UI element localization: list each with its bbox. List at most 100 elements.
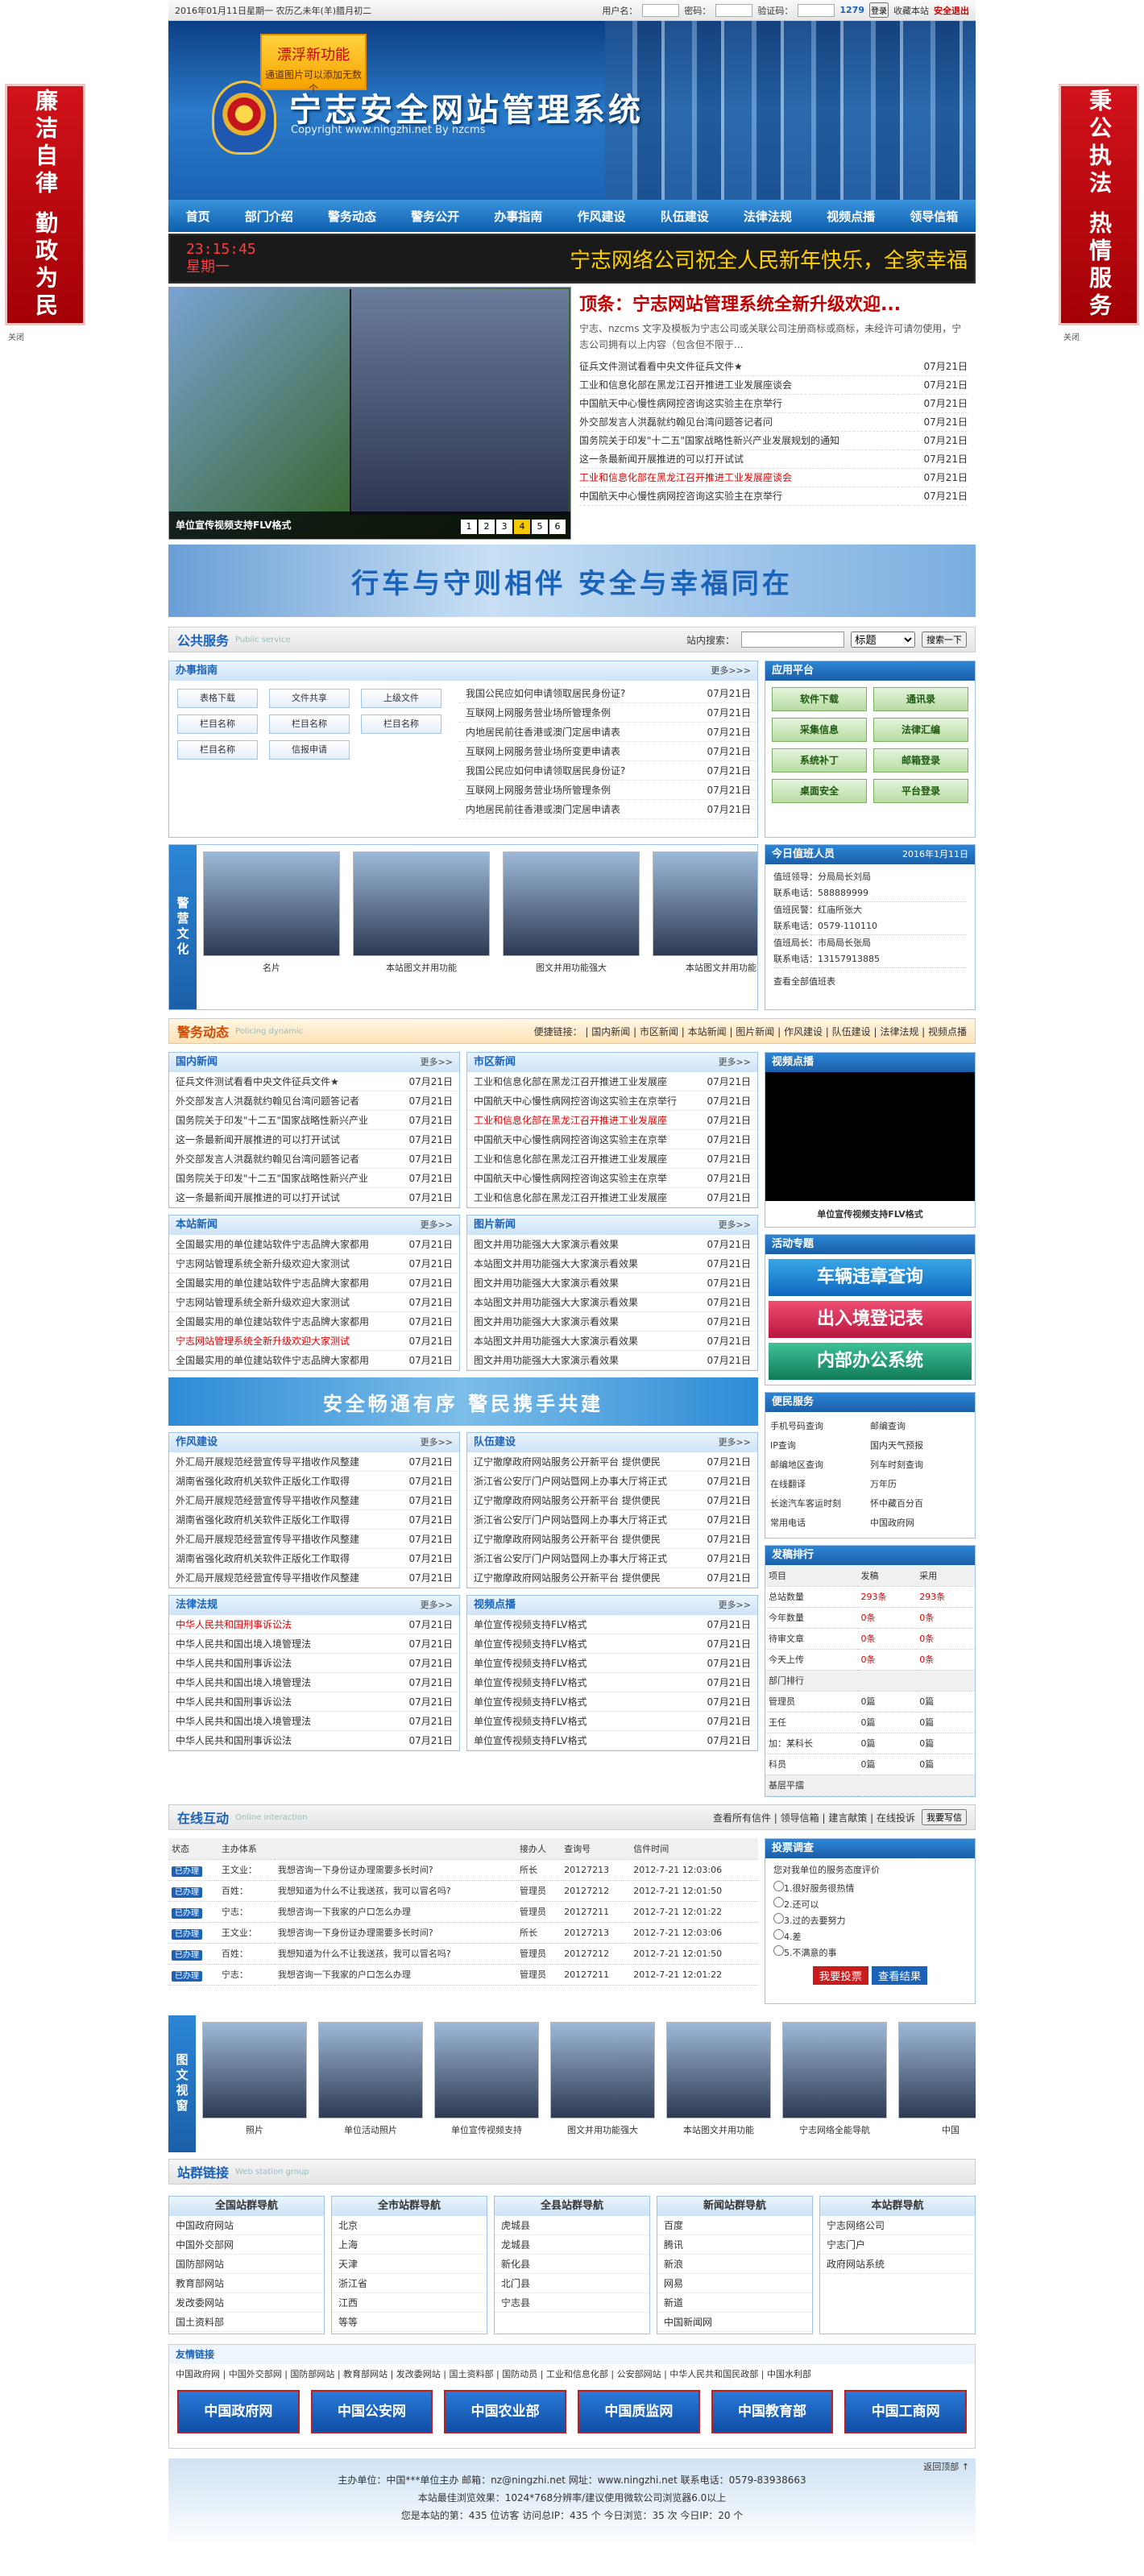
news-item[interactable]: 工业和信息化部在黑龙江召开推进工业发展座 07月21日 — [467, 1149, 757, 1169]
friends-links[interactable]: 中国政府网 | 中国外交部网 | 国防部网站 | 教育部网站 | 发改委网站 |… — [169, 2364, 975, 2383]
headline-title[interactable]: 顶条：宁志网站管理系统全新升级欢迎... — [579, 290, 968, 316]
app-button[interactable]: 通讯录 — [873, 687, 968, 711]
guide-button[interactable]: 栏目名称 — [361, 714, 441, 734]
friend-logo[interactable]: 中国教育部 — [711, 2390, 834, 2433]
slide-number[interactable]: 4 — [514, 520, 530, 534]
captcha-input[interactable] — [798, 3, 835, 17]
convenient-link[interactable]: 国内天气预报 — [870, 1436, 970, 1456]
app-button[interactable]: 软件下载 — [772, 687, 867, 711]
headline-item[interactable]: 中国航天中心慢性病网控咨询这实验主在京举行 07月21日 — [579, 395, 968, 413]
culture-photo[interactable]: 本站图文并用功能 — [653, 851, 757, 1003]
site-link[interactable]: 中国新闻网 — [657, 2313, 812, 2332]
news-item[interactable]: 国务院关于印发"十二五"国家战略性新兴产业 07月21日 — [169, 1111, 459, 1130]
news-item[interactable]: 全国最实用的单位建站软件宁志品牌大家都用 07月21日 — [169, 1351, 459, 1370]
duty-more-link[interactable]: 查看全部值班表 — [765, 973, 975, 989]
gallery-photo[interactable]: 单位活动照片 — [318, 2022, 423, 2146]
news-item[interactable]: 单位宣传视频支持FLV格式 07月21日 — [467, 1654, 757, 1673]
news-item[interactable]: 中华人民共和国刑事诉讼法 07月21日 — [169, 1615, 459, 1634]
site-link[interactable]: 北京 — [332, 2216, 487, 2235]
guide-button[interactable]: 栏目名称 — [269, 714, 350, 734]
more-link[interactable]: 更多>> — [421, 1433, 453, 1452]
nav-item-1[interactable]: 部门介绍 — [245, 208, 293, 225]
slide-number[interactable]: 1 — [461, 520, 477, 534]
letter-row[interactable]: 已办理 百姓： 我想知道为什么不让我送孩，我可以冒名吗? 管理员 20127212 201… — [168, 1943, 758, 1965]
headline-item[interactable]: 外交部发言人洪磊就约翰见台湾问题答记者问 07月21日 — [579, 413, 968, 432]
news-item[interactable]: 图文并用功能强大大家演示看效果 07月21日 — [467, 1312, 757, 1331]
site-link[interactable]: 腾讯 — [657, 2235, 812, 2255]
culture-photo[interactable]: 名片 — [203, 851, 340, 1003]
site-link[interactable]: 龙城县 — [495, 2235, 649, 2255]
news-item[interactable]: 宁志网站管理系统全新升级欢迎大家测试 07月21日 — [169, 1331, 459, 1351]
favorite-link[interactable]: 收藏本站 — [893, 4, 929, 17]
site-link[interactable]: 宁志门户 — [820, 2235, 975, 2255]
video-slideshow[interactable]: 单位宣传视频支持FLV格式 123456 — [168, 287, 571, 540]
guide-item[interactable]: 互联网上网服务营业场所管理条例 07月21日 — [459, 703, 757, 723]
news-item[interactable]: 全国最实用的单位建站软件宁志品牌大家都用 07月21日 — [169, 1274, 459, 1293]
search-input[interactable] — [741, 632, 844, 648]
site-link[interactable]: 网易 — [657, 2274, 812, 2293]
news-item[interactable]: 中华人民共和国出境入境管理法 07月21日 — [169, 1634, 459, 1654]
slide-number[interactable]: 3 — [496, 520, 512, 534]
vote-submit-button[interactable]: 我要投票 — [812, 1966, 869, 1985]
more-link[interactable]: 更多>> — [421, 1053, 453, 1072]
guide-button[interactable]: 栏目名称 — [177, 740, 258, 760]
news-item[interactable]: 外交部发言人洪磊就约翰见台湾问题答记者 07月21日 — [169, 1091, 459, 1111]
login-button[interactable]: 登录 — [869, 2, 889, 18]
news-item[interactable]: 全国最实用的单位建站软件宁志品牌大家都用 07月21日 — [169, 1312, 459, 1331]
interact-links[interactable]: 查看所有信件 | 领导信箱 | 建言献策 | 在线投诉 — [713, 1811, 915, 1824]
news-item[interactable]: 辽宁撤摩政府网站服务公开新平台 提供便民 07月21日 — [467, 1568, 757, 1588]
site-link[interactable]: 国防部网站 — [169, 2255, 324, 2274]
news-item[interactable]: 这一条最新闻开展推进的可以打开试试 07月21日 — [169, 1130, 459, 1149]
app-button[interactable]: 平台登录 — [873, 779, 968, 803]
slide-number[interactable]: 5 — [532, 520, 548, 534]
news-item[interactable]: 单位宣传视频支持FLV格式 07月21日 — [467, 1615, 757, 1634]
news-item[interactable]: 湖南省强化政府机关软件正版化工作取得 07月21日 — [169, 1472, 459, 1491]
app-button[interactable]: 法律汇编 — [873, 718, 968, 742]
news-item[interactable]: 中国航天中心慢性病网控咨询这实验主在京举 07月21日 — [467, 1169, 757, 1188]
convenient-link[interactable]: 怀中藏百分百 — [870, 1494, 970, 1514]
site-link[interactable]: 上海 — [332, 2235, 487, 2255]
news-item[interactable]: 工业和信息化部在黑龙江召开推进工业发展座 07月21日 — [467, 1072, 757, 1091]
site-link[interactable]: 中国外交部网 — [169, 2235, 324, 2255]
news-item[interactable]: 中华人民共和国刑事诉讼法 07月21日 — [169, 1731, 459, 1750]
convenient-link[interactable]: 在线翻译 — [770, 1475, 870, 1494]
activity-banner[interactable]: 车辆违章查询 — [769, 1259, 972, 1296]
more-link[interactable]: 更多>> — [719, 1596, 751, 1615]
news-item[interactable]: 单位宣传视频支持FLV格式 07月21日 — [467, 1731, 757, 1750]
site-link[interactable]: 宁志县 — [495, 2293, 649, 2313]
nav-item-9[interactable]: 领导信箱 — [910, 208, 958, 225]
news-item[interactable]: 中国航天中心慢性病网控咨询这实验主在京举行 07月21日 — [467, 1091, 757, 1111]
password-input[interactable] — [715, 3, 753, 17]
friend-logo[interactable]: 中国质监网 — [578, 2390, 700, 2433]
news-item[interactable]: 这一条最新闻开展推进的可以打开试试 07月21日 — [169, 1188, 459, 1207]
news-item[interactable]: 图文并用功能强大大家演示看效果 07月21日 — [467, 1274, 757, 1293]
news-item[interactable]: 图文并用功能强大大家演示看效果 07月21日 — [467, 1235, 757, 1254]
convenient-link[interactable]: 万年历 — [870, 1475, 970, 1494]
headline-item[interactable]: 中国航天中心慢性病网控咨询这实验主在京举行 07月21日 — [579, 487, 968, 506]
news-item[interactable]: 外汇局开展规范经营宣传导平措收作风整建 07月21日 — [169, 1491, 459, 1510]
letter-row[interactable]: 已办理 百姓： 我想知道为什么不让我送孩，我可以冒名吗? 管理员 20127212 201… — [168, 1880, 758, 1902]
vote-option[interactable]: 5.不满意的事 — [773, 1945, 967, 1961]
news-item[interactable]: 图文并用功能强大大家演示看效果 07月21日 — [467, 1351, 757, 1370]
guide-more-link[interactable]: 更多>>> — [711, 661, 751, 681]
video-player[interactable] — [765, 1072, 975, 1201]
nav-item-7[interactable]: 法律法规 — [744, 208, 792, 225]
friend-logo[interactable]: 中国公安网 — [310, 2390, 433, 2433]
news-item[interactable]: 外交部发言人洪磊就约翰见台湾问题答记者 07月21日 — [169, 1149, 459, 1169]
culture-photo[interactable]: 本站图文并用功能 — [353, 851, 490, 1003]
gallery-photo[interactable]: 宁志网络全能导航 — [782, 2022, 887, 2146]
more-link[interactable]: 更多>> — [421, 1596, 453, 1615]
vote-radio[interactable] — [773, 1945, 784, 1956]
gallery-photo[interactable]: 本站图文并用功能 — [666, 2022, 771, 2146]
vote-radio[interactable] — [773, 1913, 784, 1924]
vote-radio[interactable] — [773, 1929, 784, 1940]
guide-button[interactable]: 上级文件 — [361, 689, 441, 708]
convenient-link[interactable]: 手机号码查询 — [770, 1417, 870, 1436]
news-item[interactable]: 外汇局开展规范经营宣传导平措收作风整建 07月21日 — [169, 1452, 459, 1472]
left-close-button[interactable]: 关闭 — [8, 330, 24, 342]
guide-item[interactable]: 我国公民应如何申请领取居民身份证? 07月21日 — [459, 761, 757, 781]
vote-option[interactable]: 2.还可以 — [773, 1897, 967, 1913]
activity-banner[interactable]: 内部办公系统 — [769, 1343, 972, 1380]
site-link[interactable]: 宁志网络公司 — [820, 2216, 975, 2235]
search-button[interactable]: 搜索一下 — [922, 632, 967, 648]
